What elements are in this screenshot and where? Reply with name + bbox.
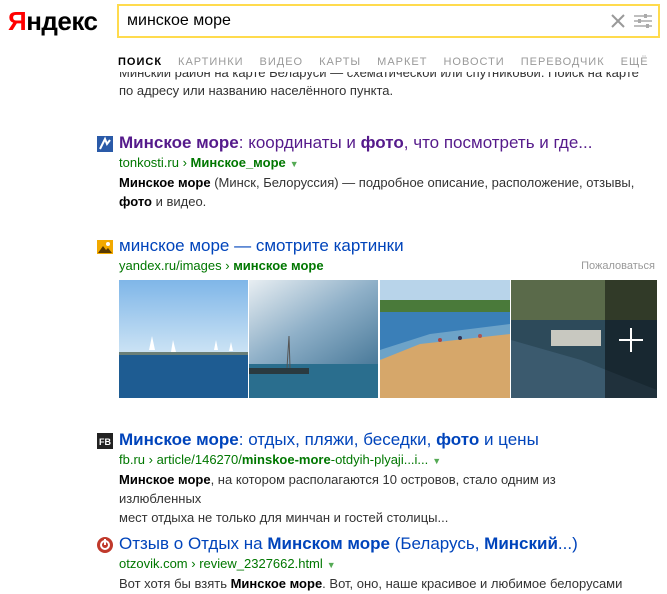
result-title-link[interactable]: Отзыв о Отдых на Минском море (Беларусь,… [119,534,578,554]
clipped-snippet: Минский район на карте Беларуси — схемат… [119,70,639,98]
result-url[interactable]: otzovik.com › review_2327662.html ▼ [119,556,336,571]
tab-video[interactable]: ВИДЕО [260,56,304,68]
tonkosti-favicon-icon [97,136,113,152]
tab-news[interactable]: НОВОСТИ [443,56,504,68]
tab-market[interactable]: МАРКЕТ [377,56,427,68]
chevron-down-icon: ▼ [289,159,299,169]
yandex-logo[interactable]: Яндекс [8,6,98,37]
search-result: FB Минское море: отдых, пляжи, беседки, … [95,430,655,525]
result-snippet: Вот хотя бы взять Минское море. Вот, оно… [119,576,623,591]
result-snippet: Минское море, на котором располагаются 1… [119,472,556,525]
images-result: минское море — смотрите картинки yandex.… [95,236,657,406]
chevron-down-icon: ▼ [326,560,336,570]
result-title-link[interactable]: Минское море: отдых, пляжи, беседки, фот… [119,430,539,450]
image-thumbnail[interactable] [249,280,378,398]
otzovik-favicon-icon [97,537,113,553]
tab-images[interactable]: КАРТИНКИ [178,56,243,68]
result-title-link[interactable]: минское море — смотрите картинки [119,236,404,256]
close-icon[interactable] [608,11,628,31]
search-result: Отзыв о Отдых на Минском море (Беларусь,… [95,534,655,594]
result-title-link[interactable]: Минское море: координаты и фото, что пос… [119,133,592,153]
search-result: Минское море: координаты и фото, что пос… [95,133,655,213]
image-icon [97,240,113,254]
search-box[interactable] [117,4,660,38]
image-thumbnail[interactable] [511,280,657,398]
image-thumbnail[interactable] [380,280,510,398]
result-url[interactable]: yandex.ru/images › минское море [119,258,324,273]
tab-maps[interactable]: КАРТЫ [319,56,361,68]
tab-translate[interactable]: ПЕРЕВОДЧИК [521,56,605,68]
sliders-icon[interactable] [632,11,654,31]
result-url[interactable]: tonkosti.ru › Минское_море ▼ [119,155,299,170]
chevron-down-icon: ▼ [432,456,442,466]
result-url[interactable]: fb.ru › article/146270/minskoe-more-otdy… [119,452,441,467]
tab-search[interactable]: ПОИСК [118,56,162,68]
header: Яндекс ПОИСК КАРТИНКИ ВИДЕО КАРТЫ МАРКЕТ НОВО… [0,0,667,72]
image-thumbnail[interactable] [119,280,248,398]
search-tabs: ПОИСК КАРТИНКИ ВИДЕО КАРТЫ МАРКЕТ НОВОСТИ ПЕРЕ… [118,52,665,68]
svg-text:FB: FB [99,437,111,447]
result-snippet: Минское море (Минск, Белоруссия) — подро… [119,175,635,209]
tab-more[interactable]: ЕЩЁ [621,56,649,68]
search-input[interactable] [127,12,597,30]
complain-link[interactable]: Пожаловаться [581,260,655,272]
fb-favicon-icon: FB [97,433,113,449]
image-thumbnails [119,280,657,398]
